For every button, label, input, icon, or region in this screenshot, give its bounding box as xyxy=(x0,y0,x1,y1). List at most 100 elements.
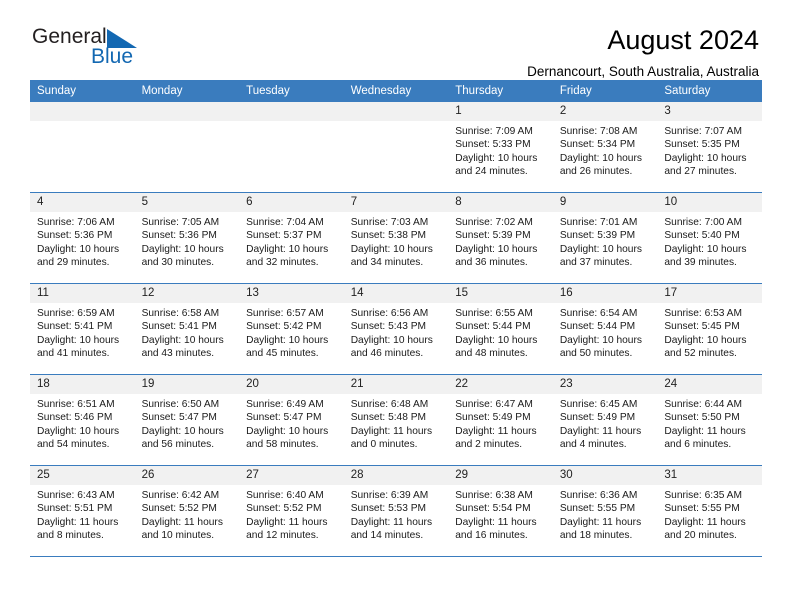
calendar-day-cell[interactable]: 25 Sunrise: 6:43 AM Sunset: 5:51 PM Dayligh… xyxy=(30,465,135,557)
day-number: 7 xyxy=(343,193,449,212)
day-sun-info: Sunrise: 7:00 AM Sunset: 5:40 PM Daylight:… xyxy=(657,212,762,270)
day-number: 5 xyxy=(134,193,240,212)
calendar-cell-empty xyxy=(134,102,240,193)
day-number: 29 xyxy=(448,466,553,485)
calendar-day-cell[interactable]: 16 Sunrise: 6:54 AM Sunset: 5:44 PM Dayligh… xyxy=(552,283,658,375)
calendar-day-cell[interactable]: 14 Sunrise: 6:56 AM Sunset: 5:43 PM Dayligh… xyxy=(343,283,449,375)
sunrise-text: Sunrise: 6:48 AM xyxy=(350,399,429,410)
day-cell-content: 23 Sunrise: 6:45 AM Sunset: 5:49 PM Dayligh… xyxy=(552,375,658,465)
day-sun-info: Sunrise: 7:05 AM Sunset: 5:36 PM Daylight:… xyxy=(135,212,240,270)
calendar-day-cell[interactable]: 26 Sunrise: 6:42 AM Sunset: 5:52 PM Dayligh… xyxy=(134,465,240,557)
daylight-text: Daylight: 10 hours and 32 minutes. xyxy=(246,243,329,269)
day-sun-info: Sunrise: 6:55 AM Sunset: 5:44 PM Daylight:… xyxy=(448,303,553,361)
day-cell-content: 5 Sunrise: 7:05 AM Sunset: 5:36 PM Daylight… xyxy=(134,193,240,283)
calendar-day-cell[interactable]: 24 Sunrise: 6:44 AM Sunset: 5:50 PM Dayligh… xyxy=(657,374,762,466)
sunset-text: Sunset: 5:40 PM xyxy=(664,230,740,242)
day-number xyxy=(343,102,449,121)
calendar-day-cell[interactable]: 8 Sunrise: 7:02 AM Sunset: 5:39 PM Daylight… xyxy=(448,192,553,284)
calendar-day-cell[interactable]: 28 Sunrise: 6:39 AM Sunset: 5:53 PM Dayligh… xyxy=(343,465,449,557)
sunset-text: Sunset: 5:47 PM xyxy=(141,412,217,424)
calendar-day-cell[interactable]: 2 Sunrise: 7:08 AM Sunset: 5:34 PM Daylight… xyxy=(552,102,658,193)
calendar-day-cell[interactable]: 11 Sunrise: 6:59 AM Sunset: 5:41 PM Dayligh… xyxy=(30,283,135,375)
sunrise-text: Sunrise: 7:00 AM xyxy=(664,217,742,228)
day-cell-content: 7 Sunrise: 7:03 AM Sunset: 5:38 PM Daylight… xyxy=(343,193,449,283)
day-sun-info: Sunrise: 7:01 AM Sunset: 5:39 PM Daylight:… xyxy=(553,212,658,270)
daylight-text: Daylight: 10 hours and 54 minutes. xyxy=(37,425,120,451)
calendar-day-cell[interactable]: 10 Sunrise: 7:00 AM Sunset: 5:40 PM Dayligh… xyxy=(657,192,762,284)
title-block: August 2024 Dernancourt, South Australia… xyxy=(527,26,762,80)
day-cell-content xyxy=(343,102,449,192)
sunrise-text: Sunrise: 6:54 AM xyxy=(559,308,638,319)
calendar-day-cell[interactable]: 12 Sunrise: 6:58 AM Sunset: 5:41 PM Dayligh… xyxy=(134,283,240,375)
logo-text-blue: Blue xyxy=(91,45,134,68)
day-cell-content: 20 Sunrise: 6:49 AM Sunset: 5:47 PM Dayligh… xyxy=(239,375,344,465)
page-header: General Blue August 2024 Dernancourt, So… xyxy=(30,0,762,80)
sunset-text: Sunset: 5:47 PM xyxy=(246,412,322,424)
calendar-day-cell[interactable]: 19 Sunrise: 6:50 AM Sunset: 5:47 PM Dayligh… xyxy=(134,374,240,466)
logo[interactable]: General Blue xyxy=(30,26,160,78)
day-cell-content: 9 Sunrise: 7:01 AM Sunset: 5:39 PM Daylight… xyxy=(552,193,658,283)
sunset-text: Sunset: 5:39 PM xyxy=(559,230,636,242)
calendar-day-cell[interactable]: 30 Sunrise: 6:36 AM Sunset: 5:55 PM Dayligh… xyxy=(552,465,658,557)
calendar-day-cell[interactable]: 7 Sunrise: 7:03 AM Sunset: 5:38 PM Daylight… xyxy=(343,192,449,284)
calendar-day-cell[interactable]: 6 Sunrise: 7:04 AM Sunset: 5:37 PM Daylight… xyxy=(239,192,344,284)
weekday-header-sunday: Sunday xyxy=(30,80,135,102)
daylight-text: Daylight: 11 hours and 2 minutes. xyxy=(455,425,537,451)
sunset-text: Sunset: 5:54 PM xyxy=(455,503,531,515)
calendar-day-cell[interactable]: 22 Sunrise: 6:47 AM Sunset: 5:49 PM Dayligh… xyxy=(448,374,553,466)
sunset-text: Sunset: 5:45 PM xyxy=(664,321,740,333)
calendar-day-cell[interactable]: 23 Sunrise: 6:45 AM Sunset: 5:49 PM Dayligh… xyxy=(552,374,658,466)
day-sun-info: Sunrise: 6:42 AM Sunset: 5:52 PM Daylight:… xyxy=(135,485,240,543)
sunset-text: Sunset: 5:39 PM xyxy=(455,230,531,242)
day-number xyxy=(30,102,135,121)
sunrise-text: Sunrise: 7:03 AM xyxy=(350,217,429,228)
daylight-text: Daylight: 11 hours and 16 minutes. xyxy=(455,516,537,542)
day-sun-info: Sunrise: 6:45 AM Sunset: 5:49 PM Daylight:… xyxy=(553,394,658,452)
sunset-text: Sunset: 5:37 PM xyxy=(246,230,322,242)
sunset-text: Sunset: 5:48 PM xyxy=(350,412,427,424)
day-number: 20 xyxy=(239,375,344,394)
calendar-day-cell[interactable]: 13 Sunrise: 6:57 AM Sunset: 5:42 PM Dayligh… xyxy=(239,283,344,375)
calendar-cell-empty xyxy=(239,102,344,193)
sunrise-text: Sunrise: 7:02 AM xyxy=(455,217,533,228)
page-subtitle: Dernancourt, South Australia, Australia xyxy=(527,64,759,80)
day-number: 10 xyxy=(657,193,762,212)
day-number: 17 xyxy=(657,284,762,303)
day-number: 22 xyxy=(448,375,553,394)
calendar-day-cell[interactable]: 29 Sunrise: 6:38 AM Sunset: 5:54 PM Dayligh… xyxy=(448,465,553,557)
daylight-text: Daylight: 10 hours and 34 minutes. xyxy=(350,243,433,269)
calendar-day-cell[interactable]: 4 Sunrise: 7:06 AM Sunset: 5:36 PM Daylight… xyxy=(30,192,135,284)
day-cell-content: 2 Sunrise: 7:08 AM Sunset: 5:34 PM Daylight… xyxy=(552,102,658,192)
calendar-day-cell[interactable]: 27 Sunrise: 6:40 AM Sunset: 5:52 PM Dayligh… xyxy=(239,465,344,557)
day-sun-info: Sunrise: 7:06 AM Sunset: 5:36 PM Daylight:… xyxy=(30,212,135,270)
daylight-text: Daylight: 10 hours and 52 minutes. xyxy=(664,334,747,360)
daylight-text: Daylight: 10 hours and 37 minutes. xyxy=(559,243,642,269)
calendar-day-cell[interactable]: 5 Sunrise: 7:05 AM Sunset: 5:36 PM Daylight… xyxy=(134,192,240,284)
day-number xyxy=(239,102,344,121)
sunset-text: Sunset: 5:41 PM xyxy=(141,321,217,333)
sunset-text: Sunset: 5:36 PM xyxy=(141,230,217,242)
calendar-day-cell[interactable]: 20 Sunrise: 6:49 AM Sunset: 5:47 PM Dayligh… xyxy=(239,374,344,466)
day-sun-info: Sunrise: 6:43 AM Sunset: 5:51 PM Daylight:… xyxy=(30,485,135,543)
sunset-text: Sunset: 5:49 PM xyxy=(455,412,531,424)
day-cell-content: 11 Sunrise: 6:59 AM Sunset: 5:41 PM Dayligh… xyxy=(30,284,135,374)
sunset-text: Sunset: 5:43 PM xyxy=(350,321,427,333)
calendar-day-cell[interactable]: 15 Sunrise: 6:55 AM Sunset: 5:44 PM Dayligh… xyxy=(448,283,553,375)
sunset-text: Sunset: 5:53 PM xyxy=(350,503,427,515)
calendar-day-cell[interactable]: 17 Sunrise: 6:53 AM Sunset: 5:45 PM Dayligh… xyxy=(657,283,762,375)
day-number: 8 xyxy=(448,193,553,212)
calendar-day-cell[interactable]: 31 Sunrise: 6:35 AM Sunset: 5:55 PM Dayligh… xyxy=(657,465,762,557)
day-sun-info: Sunrise: 6:39 AM Sunset: 5:53 PM Daylight:… xyxy=(344,485,449,543)
calendar-day-cell[interactable]: 9 Sunrise: 7:01 AM Sunset: 5:39 PM Daylight… xyxy=(552,192,658,284)
calendar-day-cell[interactable]: 18 Sunrise: 6:51 AM Sunset: 5:46 PM Dayligh… xyxy=(30,374,135,466)
day-sun-info: Sunrise: 6:56 AM Sunset: 5:43 PM Daylight:… xyxy=(344,303,449,361)
calendar-day-cell[interactable]: 3 Sunrise: 7:07 AM Sunset: 5:35 PM Daylight… xyxy=(657,102,762,193)
sunrise-text: Sunrise: 7:04 AM xyxy=(246,217,324,228)
day-number: 3 xyxy=(657,102,762,121)
calendar-day-cell[interactable]: 21 Sunrise: 6:48 AM Sunset: 5:48 PM Dayligh… xyxy=(343,374,449,466)
sunset-text: Sunset: 5:55 PM xyxy=(664,503,740,515)
calendar-day-cell[interactable]: 1 Sunrise: 7:09 AM Sunset: 5:33 PM Daylight… xyxy=(448,102,553,193)
day-number: 12 xyxy=(134,284,240,303)
daylight-text: Daylight: 10 hours and 24 minutes. xyxy=(455,152,538,178)
day-cell-content: 10 Sunrise: 7:00 AM Sunset: 5:40 PM Dayligh… xyxy=(657,193,762,283)
